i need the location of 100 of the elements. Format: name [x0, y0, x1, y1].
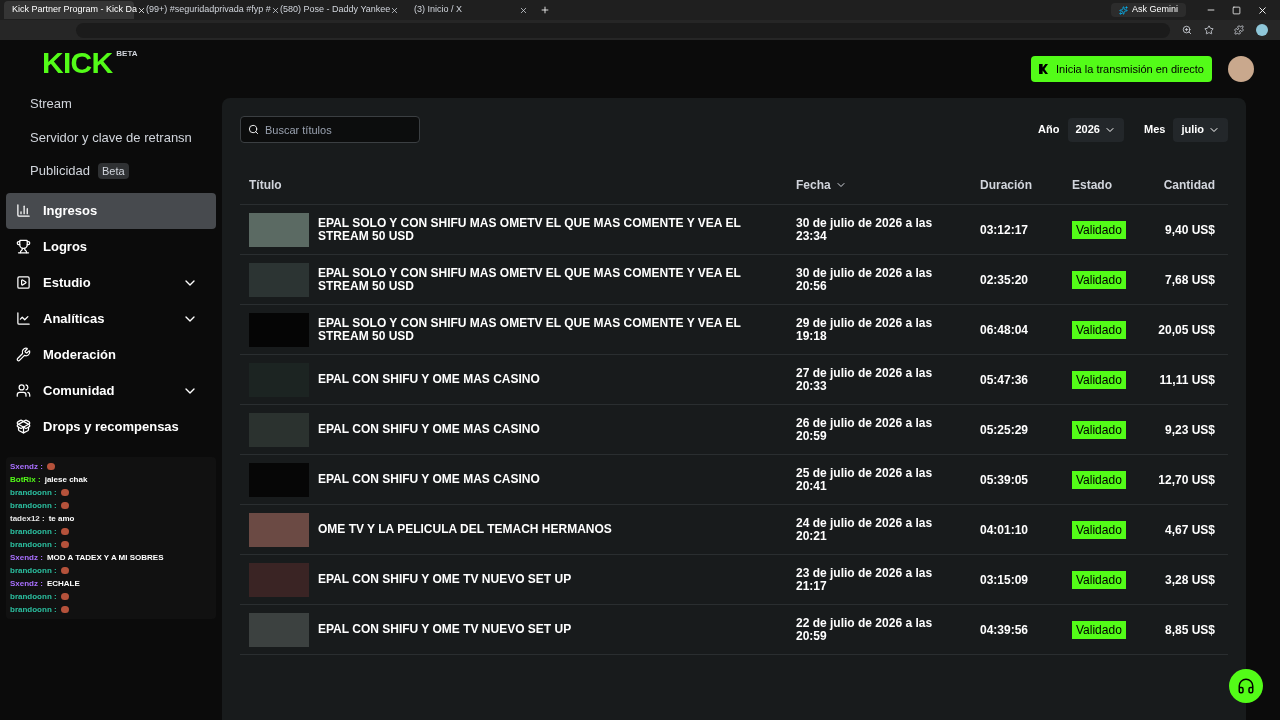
chat-username: brandoonn :	[10, 538, 57, 550]
chat-username: brandoonn :	[10, 603, 57, 615]
users-icon	[16, 383, 31, 398]
search-field[interactable]: Buscar títulos	[240, 116, 420, 143]
video-title[interactable]: EPAL CON SHIFU Y OME TV NUEVO SET UP	[318, 573, 596, 586]
chat-username: Sxendz :	[10, 551, 43, 563]
status-badge: Validado	[1072, 270, 1126, 289]
close-icon[interactable]	[519, 5, 528, 15]
bookmark-star-icon[interactable]	[1204, 25, 1214, 35]
sparkle-icon	[1119, 5, 1128, 15]
column-header[interactable]: Estado	[1072, 175, 1152, 194]
year-dropdown[interactable]: 2026	[1067, 117, 1124, 142]
video-title[interactable]: EPAL CON SHIFU Y OME MAS CASINO	[318, 473, 564, 486]
video-thumbnail[interactable]	[249, 562, 309, 597]
ask-gemini-button[interactable]: Ask Gemini	[1111, 3, 1186, 17]
stream-duration: 03:15:09	[980, 571, 1030, 589]
zoom-icon[interactable]	[1182, 25, 1192, 35]
column-header[interactable]: Duración	[980, 175, 1072, 194]
sidebar-item[interactable]: Logros	[6, 228, 216, 265]
sidebar-item[interactable]: Analíticas	[6, 300, 216, 337]
extensions-icon[interactable]	[1234, 25, 1244, 35]
trophy-icon	[16, 239, 31, 254]
stream-date: 25 de julio de 2026 a las 20:41	[796, 466, 934, 493]
video-title[interactable]: EPAL CON SHIFU Y OME MAS CASINO	[318, 373, 564, 386]
stream-date: 26 de julio de 2026 a las 20:59	[796, 416, 934, 443]
go-live-button[interactable]: Inicia la transmisión en directo	[1031, 56, 1212, 82]
sidebar-item[interactable]: Drops y recompensas	[6, 408, 216, 445]
status-badge: Validado	[1072, 470, 1126, 489]
beta-badge: Beta	[98, 162, 129, 179]
chat-username: BotRix :	[10, 473, 41, 485]
video-title[interactable]: EPAL CON SHIFU Y OME MAS CASINO	[318, 423, 564, 436]
sidebar-item[interactable]: Moderación	[6, 336, 216, 373]
amount: 9,23 US$	[1163, 421, 1216, 439]
browser-tab[interactable]: (580) Pose - Daddy Yankee	[272, 1, 402, 19]
amount: 11,11 US$	[1158, 371, 1216, 389]
status-badge: Validado	[1072, 520, 1126, 539]
sidebar-link[interactable]: Stream	[30, 94, 72, 114]
stream-duration: 05:47:36	[980, 371, 1030, 389]
video-title[interactable]: EPAL SOLO Y CON SHIFU MAS OMETV EL QUE MAS COMENTE Y VEA EL STREAM 50 USD	[318, 216, 796, 243]
month-dropdown[interactable]: julio	[1173, 117, 1228, 142]
amount: 3,28 US$	[1163, 571, 1216, 589]
browser-tab[interactable]: (3) Inicio / X	[406, 1, 536, 19]
chat-message: te amo	[48, 512, 75, 524]
line-chart-icon	[16, 311, 31, 326]
emote-icon	[46, 462, 55, 470]
close-window-icon[interactable]	[1257, 4, 1268, 16]
stream-date: 24 de julio de 2026 a las 20:21	[796, 516, 934, 543]
sidebar-link[interactable]: Servidor y clave de retransn	[30, 127, 192, 147]
stream-duration: 05:25:29	[980, 421, 1030, 439]
kick-k-icon	[1039, 64, 1049, 74]
close-icon[interactable]	[270, 5, 280, 15]
column-header[interactable]: Título	[249, 175, 796, 194]
chat-username: tadex12 :	[10, 512, 45, 524]
status-badge: Validado	[1072, 620, 1126, 639]
amount: 7,68 US$	[1163, 271, 1216, 289]
video-thumbnail[interactable]	[249, 512, 309, 547]
bar-chart-icon	[16, 203, 31, 218]
amount: 8,85 US$	[1163, 621, 1216, 639]
stream-date: 30 de julio de 2026 a las 23:34	[796, 216, 934, 243]
video-thumbnail[interactable]	[249, 612, 309, 647]
video-thumbnail[interactable]	[249, 262, 309, 297]
search-icon	[248, 124, 259, 135]
stream-duration: 05:39:05	[980, 471, 1030, 489]
column-header[interactable]: Fecha	[796, 175, 980, 194]
chat-message: ECHALE	[46, 577, 80, 589]
chat-username: brandoonn :	[10, 564, 57, 576]
close-icon[interactable]	[390, 5, 400, 15]
status-badge: Validado	[1072, 370, 1126, 389]
new-tab-icon[interactable]	[540, 5, 550, 15]
status-badge: Validado	[1072, 570, 1126, 589]
support-chat-button[interactable]	[1229, 669, 1263, 703]
play-square-icon	[16, 275, 31, 290]
profile-avatar[interactable]	[1256, 24, 1268, 36]
sidebar-item[interactable]: Ingresos	[6, 192, 216, 229]
maximize-icon[interactable]	[1232, 5, 1241, 15]
user-avatar[interactable]	[1228, 56, 1254, 82]
box-icon	[16, 419, 31, 434]
stream-date: 22 de julio de 2026 a las 20:59	[796, 616, 934, 643]
year-label: Año	[1038, 122, 1060, 138]
month-label: Mes	[1144, 122, 1166, 138]
chat-message: jalese chak	[44, 473, 88, 485]
stream-duration: 03:12:17	[980, 221, 1030, 239]
video-title[interactable]: EPAL SOLO Y CON SHIFU MAS OMETV EL QUE MAS COMENTE Y VEA EL STREAM 50 USD	[318, 316, 796, 343]
sidebar-item[interactable]: Comunidad	[6, 372, 216, 409]
beta-label: BETA	[116, 48, 138, 60]
sidebar-item[interactable]: Estudio	[6, 264, 216, 301]
kick-logo[interactable]: KICK	[42, 48, 113, 78]
video-title[interactable]: OME TV Y LA PELICULA DEL TEMACH HERMANOS	[318, 523, 636, 536]
chat-username: Sxendz :	[10, 460, 43, 472]
video-thumbnail[interactable]	[249, 212, 309, 247]
chat-username: brandoonn :	[10, 590, 57, 602]
video-title[interactable]: EPAL SOLO Y CON SHIFU MAS OMETV EL QUE MAS COMENTE Y VEA EL STREAM 50 USD	[318, 266, 796, 293]
chat-username: brandoonn :	[10, 525, 57, 537]
amount: 4,67 US$	[1163, 521, 1216, 539]
column-header[interactable]: Cantidad	[1152, 175, 1219, 194]
video-title[interactable]: EPAL CON SHIFU Y OME TV NUEVO SET UP	[318, 623, 596, 636]
sidebar-link[interactable]: Publicidad	[30, 161, 90, 181]
chat-username: brandoonn :	[10, 486, 57, 498]
chat-message: MOD A TADEX Y A MI SOBRES	[46, 551, 164, 563]
close-icon[interactable]	[137, 5, 147, 15]
